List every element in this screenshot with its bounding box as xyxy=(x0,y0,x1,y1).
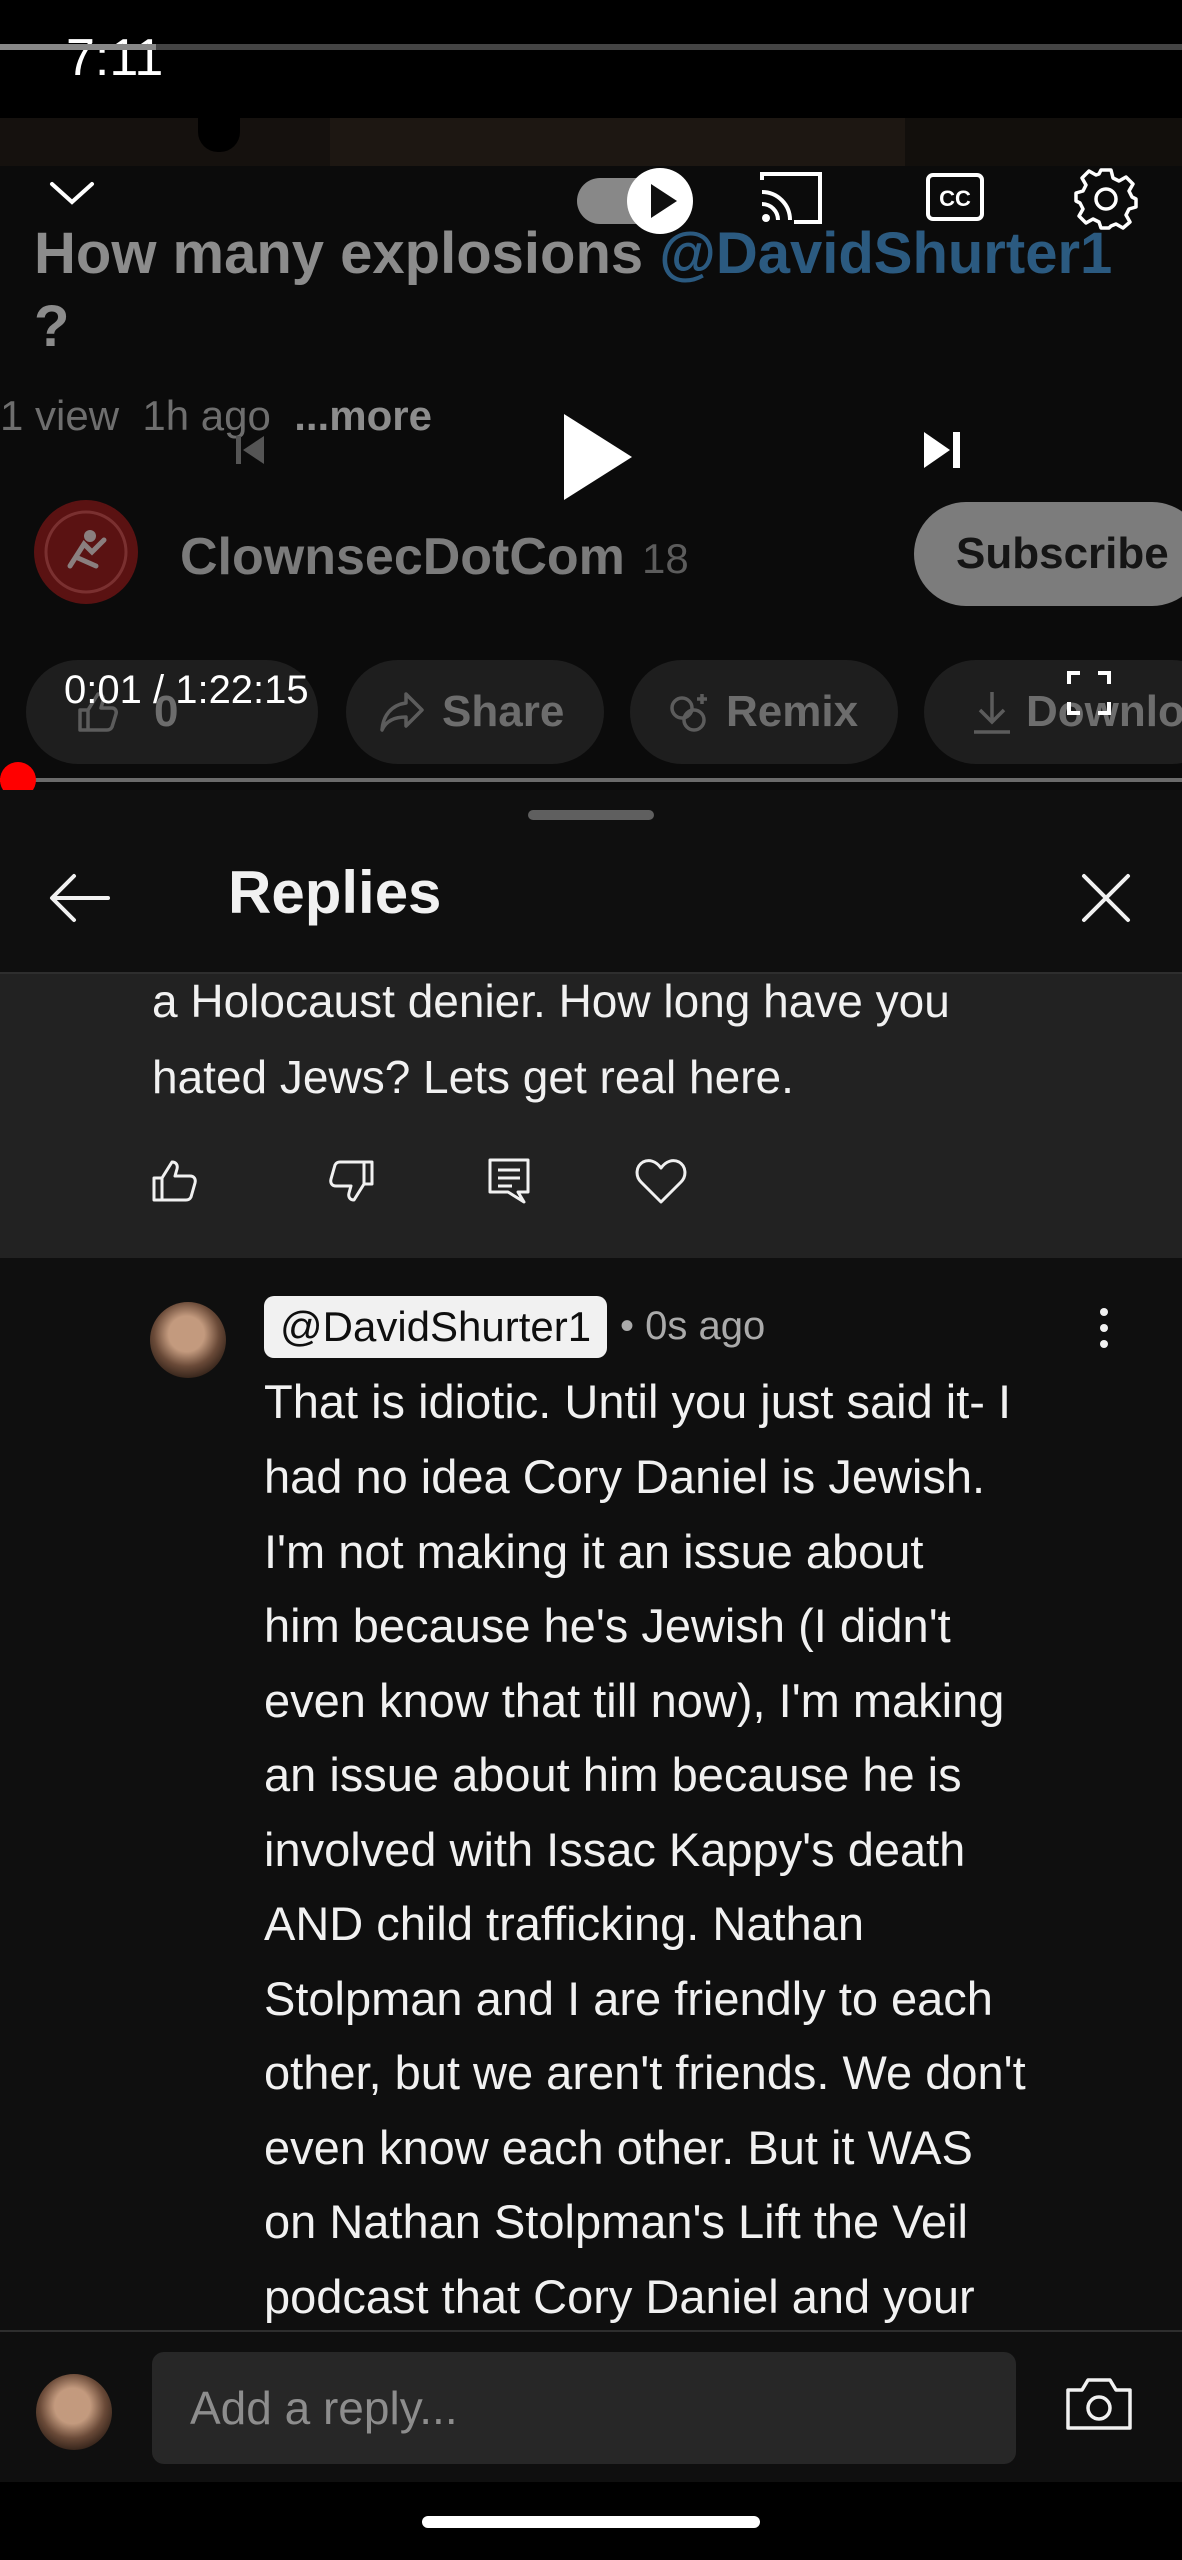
skip-previous-icon xyxy=(236,436,264,464)
previous-video-button[interactable] xyxy=(200,400,300,500)
more-link[interactable]: ...more xyxy=(294,392,432,439)
reply-text-line: other, but we aren't friends. We don't xyxy=(264,2046,1026,2099)
reply-text-line: him because he's Jewish (I didn't xyxy=(264,1599,951,1652)
home-indicator[interactable] xyxy=(422,2516,760,2528)
autoplay-toggle-knob[interactable] xyxy=(627,168,693,234)
reply-text-line: an issue about him because he is xyxy=(264,1748,962,1801)
parent-comment-text: a Holocaust denier. How long have you xyxy=(152,975,950,1027)
reply-text-line: podcast that Cory Daniel and your xyxy=(264,2270,975,2323)
reply-text-line: Stolpman and I are friendly to each xyxy=(264,1972,993,2025)
fullscreen-icon[interactable] xyxy=(1066,670,1112,716)
play-icon xyxy=(564,414,632,500)
reply-text-line: had no idea Cory Daniel is Jewish. xyxy=(264,1450,986,1503)
share-chip[interactable]: Share xyxy=(346,660,604,764)
video-title: How many explosions @DavidShurter1 xyxy=(34,215,1182,293)
video-title-text: How many explosions xyxy=(34,221,660,286)
back-arrow-icon xyxy=(50,874,110,922)
skip-next-icon xyxy=(924,432,960,468)
channel-avatar[interactable] xyxy=(34,500,138,604)
status-bar xyxy=(0,0,1182,118)
remix-label: Remix xyxy=(726,687,859,736)
autoplay-play-icon xyxy=(651,184,677,218)
reply-text-line: even know that till now), I'm making xyxy=(264,1674,1005,1727)
download-chip[interactable]: Downlo xyxy=(924,660,1182,764)
reply-author-avatar[interactable] xyxy=(150,1302,226,1378)
current-time: 0:01 xyxy=(64,668,142,712)
like-icon[interactable] xyxy=(150,1158,200,1204)
status-time: 7:11 xyxy=(66,29,164,87)
video-frame xyxy=(0,118,330,166)
replies-title: Replies xyxy=(228,859,442,926)
reply-text-line: That is idiotic. Until you just said it-… xyxy=(264,1375,1012,1428)
back-button[interactable] xyxy=(40,858,120,938)
reply-text-line: involved with Issac Kappy's death xyxy=(264,1823,966,1876)
reply-input[interactable] xyxy=(152,2352,1016,2464)
buffer-bar xyxy=(0,44,1182,50)
svg-text:CC: CC xyxy=(939,186,971,211)
time-separator: / xyxy=(141,668,176,712)
subscriber-count: 18 xyxy=(642,535,689,582)
reply-timestamp: • 0s ago xyxy=(620,1304,766,1348)
settings-gear-icon[interactable] xyxy=(1074,166,1138,230)
reply-author-chip[interactable]: @DavidShurter1 xyxy=(264,1296,608,1358)
more-options-icon[interactable] xyxy=(1092,1306,1116,1350)
user-avatar xyxy=(36,2374,112,2450)
subscribe-button[interactable]: Subscribe xyxy=(914,502,1182,606)
video-frame xyxy=(905,118,1182,166)
share-label: Share xyxy=(442,687,565,736)
reply-text-line: on Nathan Stolpman's Lift the Veil xyxy=(264,2195,968,2248)
next-video-button[interactable] xyxy=(894,400,994,500)
channel-logo-icon xyxy=(36,502,136,602)
progress-bar[interactable] xyxy=(0,778,1182,782)
share-icon xyxy=(380,692,424,732)
collapse-chevron-icon[interactable] xyxy=(44,172,100,212)
video-title-end: ? xyxy=(34,294,70,359)
view-count: 1 view xyxy=(0,392,120,439)
remix-chip[interactable]: Remix xyxy=(630,660,898,764)
dislike-icon[interactable] xyxy=(326,1158,376,1204)
time-readout: 0:01 / 1:22:15 xyxy=(64,668,309,713)
closed-captions-icon[interactable]: CC xyxy=(925,172,985,222)
close-button[interactable] xyxy=(1066,858,1146,938)
play-button[interactable] xyxy=(508,372,678,542)
drag-handle[interactable] xyxy=(528,810,654,820)
close-icon xyxy=(1082,874,1130,922)
remix-icon xyxy=(670,694,707,732)
video-title-mention[interactable]: @DavidShurter1 xyxy=(659,221,1112,286)
duration: 1:22:15 xyxy=(175,668,309,712)
buffer-bar-fill xyxy=(0,44,156,50)
reply-text-line: even know each other. But it WAS xyxy=(264,2121,973,2174)
parent-comment-text: hated Jews? Lets get real here. xyxy=(152,1051,794,1103)
download-icon xyxy=(974,692,1010,734)
cast-icon[interactable] xyxy=(758,170,824,226)
reply-text-line: I'm not making it an issue about xyxy=(264,1525,924,1578)
reply-text-line: AND child trafficking. Nathan xyxy=(264,1897,864,1950)
camera-icon[interactable] xyxy=(1064,2374,1134,2434)
video-frame xyxy=(330,118,905,166)
heart-icon[interactable] xyxy=(634,1156,688,1206)
reply-icon[interactable] xyxy=(486,1156,532,1206)
